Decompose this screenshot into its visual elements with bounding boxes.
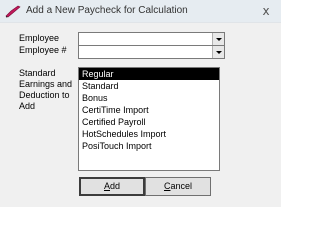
- employee-number-combo[interactable]: [78, 45, 225, 59]
- chevron-down-icon: [216, 38, 222, 41]
- list-item-positouch-import[interactable]: PosiTouch Import: [79, 140, 219, 152]
- earnings-label-line4: Add: [19, 101, 36, 111]
- employee-number-dropdown-button[interactable]: [212, 46, 224, 58]
- earnings-label-line3: Deduction to: [19, 90, 70, 100]
- employee-label: Employee: [19, 33, 60, 43]
- list-item-regular[interactable]: Regular: [79, 68, 219, 80]
- cancel-button[interactable]: Cancel: [145, 177, 211, 196]
- add-paycheck-dialog: Add a New Paycheck for Calculation x Emp…: [0, 0, 281, 207]
- add-button[interactable]: Add: [79, 177, 145, 196]
- pen-icon: [5, 5, 21, 18]
- list-item-certitime-import[interactable]: CertiTime Import: [79, 104, 219, 116]
- window-title: Add a New Paycheck for Calculation: [26, 5, 188, 16]
- chevron-down-icon: [216, 51, 222, 54]
- list-item-hotschedules-import[interactable]: HotSchedules Import: [79, 128, 219, 140]
- cancel-label-rest: ancel: [170, 181, 192, 191]
- employee-combo[interactable]: [78, 32, 225, 46]
- earnings-label-line2: Earnings and: [19, 79, 73, 89]
- earnings-label-line1: Standard: [19, 68, 56, 78]
- add-label-rest: dd: [110, 181, 121, 191]
- employee-number-label: Employee #: [19, 45, 67, 55]
- close-button[interactable]: x: [258, 3, 274, 19]
- employee-dropdown-button[interactable]: [212, 33, 224, 45]
- list-item-standard[interactable]: Standard: [79, 80, 219, 92]
- list-item-certified-payroll[interactable]: Certified Payroll: [79, 116, 219, 128]
- list-item-bonus[interactable]: Bonus: [79, 92, 219, 104]
- earnings-deductions-list[interactable]: Regular Standard Bonus CertiTime Import …: [78, 67, 220, 171]
- title-bar[interactable]: Add a New Paycheck for Calculation x: [0, 0, 281, 23]
